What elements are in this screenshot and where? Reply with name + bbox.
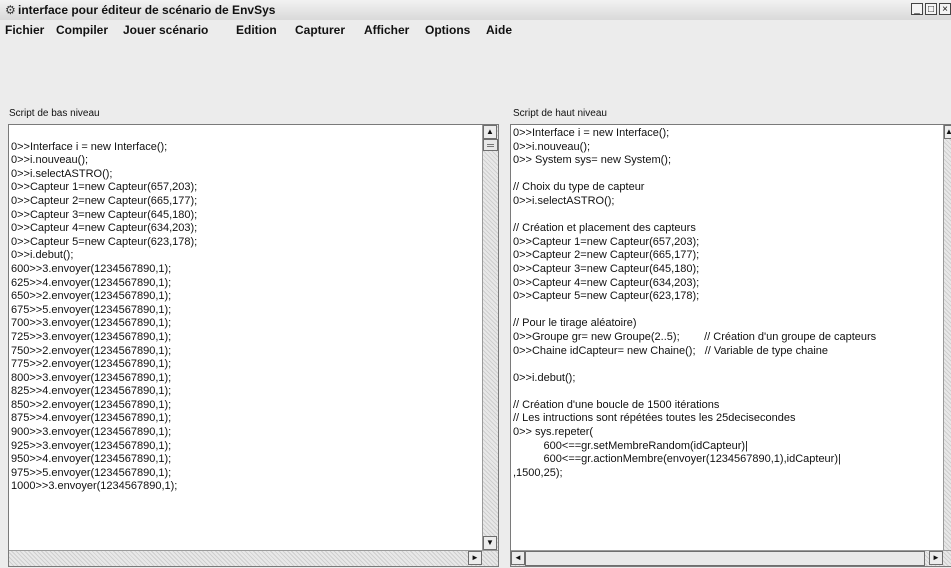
menu-bar: Fichier Compiler Jouer scénario Edition … bbox=[0, 20, 951, 40]
title-bar: ⚙ interface pour éditeur de scénario de … bbox=[0, 0, 951, 21]
scroll-right-button[interactable]: ► bbox=[929, 551, 943, 565]
menu-aide[interactable]: Aide bbox=[486, 23, 512, 37]
scroll-right-button[interactable]: ► bbox=[468, 551, 482, 565]
high-level-script-label: Script de haut niveau bbox=[513, 108, 607, 119]
low-level-script-text: 0>>Interface i = new Interface(); 0>>i.n… bbox=[11, 140, 198, 493]
minimize-button[interactable]: _ bbox=[911, 3, 923, 15]
menu-edition[interactable]: Edition bbox=[236, 23, 277, 37]
java-app-icon: ⚙ bbox=[5, 3, 16, 17]
scroll-down-button[interactable]: ▼ bbox=[483, 536, 497, 550]
menu-options[interactable]: Options bbox=[425, 23, 470, 37]
menu-compiler[interactable]: Compiler bbox=[56, 23, 108, 37]
left-horizontal-scrollbar[interactable]: ► bbox=[9, 550, 498, 566]
right-vertical-scrollbar[interactable]: ▲ bbox=[943, 125, 951, 550]
scroll-left-button[interactable]: ◄ bbox=[511, 551, 525, 565]
menu-capturer[interactable]: Capturer bbox=[295, 23, 345, 37]
close-button[interactable]: × bbox=[939, 3, 951, 15]
menu-afficher[interactable]: Afficher bbox=[364, 23, 409, 37]
scroll-up-button[interactable]: ▲ bbox=[944, 125, 951, 139]
low-level-script-label: Script de bas niveau bbox=[9, 108, 100, 119]
high-level-script-text: 0>>Interface i = new Interface(); 0>>i.n… bbox=[513, 127, 877, 479]
menu-fichier[interactable]: Fichier bbox=[5, 23, 44, 37]
maximize-button[interactable]: □ bbox=[925, 3, 937, 15]
scroll-thumb[interactable] bbox=[483, 139, 498, 151]
scroll-up-button[interactable]: ▲ bbox=[483, 125, 497, 139]
window-title: interface pour éditeur de scénario de En… bbox=[18, 3, 276, 17]
menu-jouer-scenario[interactable]: Jouer scénario bbox=[123, 23, 208, 37]
high-level-script-area[interactable]: 0>>Interface i = new Interface(); 0>>i.n… bbox=[510, 124, 951, 567]
left-vertical-scrollbar[interactable]: ▲ ▼ bbox=[482, 125, 498, 550]
right-horizontal-scrollbar[interactable]: ◄ ► bbox=[511, 550, 951, 566]
scroll-thumb[interactable] bbox=[525, 551, 925, 566]
low-level-script-area[interactable]: 0>>Interface i = new Interface(); 0>>i.n… bbox=[8, 124, 499, 567]
